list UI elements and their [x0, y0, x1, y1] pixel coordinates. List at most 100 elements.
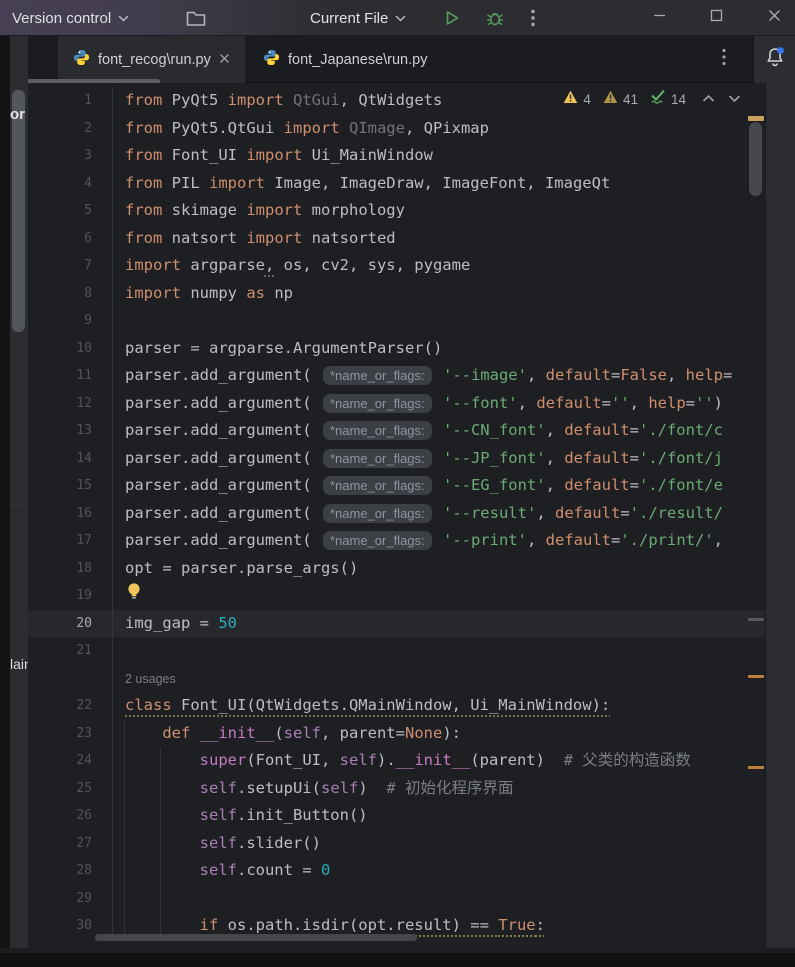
intention-bulb-icon[interactable]: [127, 582, 141, 610]
tab-options-button[interactable]: [709, 36, 739, 83]
code-text[interactable]: from PIL import Image, ImageDraw, ImageF…: [113, 170, 765, 198]
code-line: 15parser.add_argument( *name_or_flags: '…: [28, 472, 765, 500]
code-text[interactable]: import numpy as np: [113, 280, 765, 308]
code-text[interactable]: super(Font_UI, self).__init__(parent) # …: [113, 747, 765, 775]
line-number[interactable]: 17: [28, 527, 113, 555]
code-text[interactable]: 2 usages: [113, 665, 765, 693]
line-number[interactable]: 20: [28, 610, 113, 638]
code-text[interactable]: opt = parser.parse_args(): [113, 555, 765, 583]
line-number[interactable]: [28, 665, 113, 693]
stripe-mark-orange[interactable]: [748, 766, 764, 769]
code-line: 2from PyQt5.QtGui import QImage, QPixmap: [28, 115, 765, 143]
debug-button[interactable]: [485, 0, 505, 36]
line-number[interactable]: 11: [28, 362, 113, 390]
line-number[interactable]: 21: [28, 637, 113, 665]
usages-inlay-hint[interactable]: 2 usages: [125, 672, 176, 686]
code-text[interactable]: parser.add_argument( *name_or_flags: '--…: [113, 500, 765, 528]
code-area[interactable]: 1from PyQt5 import QtGui, QtWidgets2from…: [28, 87, 765, 940]
editor-scrollbar-thumb[interactable]: [749, 122, 762, 196]
line-number[interactable]: 9: [28, 307, 113, 335]
code-text[interactable]: self.init_Button(): [113, 802, 765, 830]
line-number[interactable]: 27: [28, 830, 113, 858]
line-number[interactable]: 13: [28, 417, 113, 445]
code-text[interactable]: from Font_UI import Ui_MainWindow: [113, 142, 765, 170]
line-number[interactable]: 28: [28, 857, 113, 885]
code-text[interactable]: img_gap = 50: [113, 610, 765, 638]
line-number[interactable]: 23: [28, 720, 113, 748]
code-text[interactable]: self.setupUi(self) # 初始化程序界面: [113, 775, 765, 803]
code-text[interactable]: import argparse, os, cv2, sys, pygame: [113, 252, 765, 280]
stripe-mark-caret[interactable]: [748, 618, 764, 621]
line-number[interactable]: 16: [28, 500, 113, 528]
version-control-menu[interactable]: Version control: [12, 0, 129, 36]
line-number[interactable]: 29: [28, 885, 113, 913]
code-text[interactable]: from PyQt5.QtGui import QImage, QPixmap: [113, 115, 765, 143]
line-number[interactable]: 2: [28, 115, 113, 143]
code-text[interactable]: parser.add_argument( *name_or_flags: '--…: [113, 472, 765, 500]
code-text[interactable]: class Font_UI(QtWidgets.QMainWindow, Ui_…: [113, 692, 765, 720]
prev-problem-button[interactable]: [702, 90, 715, 108]
line-number[interactable]: 1: [28, 87, 113, 115]
code-token: parser.add_argument(: [125, 531, 321, 549]
tab-close-icon[interactable]: [219, 52, 230, 68]
code-editor[interactable]: 1from PyQt5 import QtGui, QtWidgets2from…: [28, 83, 765, 948]
code-text[interactable]: parser.add_argument( *name_or_flags: '--…: [113, 445, 765, 473]
line-number[interactable]: 15: [28, 472, 113, 500]
code-text[interactable]: [113, 885, 765, 913]
code-text[interactable]: from skimage import morphology: [113, 197, 765, 225]
notifications-button[interactable]: [753, 36, 795, 83]
code-text[interactable]: parser.add_argument( *name_or_flags: '--…: [113, 417, 765, 445]
line-number[interactable]: 3: [28, 142, 113, 170]
line-number[interactable]: 18: [28, 555, 113, 583]
code-token: def: [162, 724, 199, 742]
line-number[interactable]: 6: [28, 225, 113, 253]
line-number[interactable]: 25: [28, 775, 113, 803]
project-folder-button[interactable]: [185, 0, 207, 36]
minimize-button[interactable]: [645, 0, 673, 36]
line-number[interactable]: 26: [28, 802, 113, 830]
code-token: import: [228, 91, 293, 109]
run-config-selector[interactable]: Current File: [310, 0, 406, 36]
code-text[interactable]: from natsort import natsorted: [113, 225, 765, 253]
line-number[interactable]: 24: [28, 747, 113, 775]
code-token: parser.add_argument(: [125, 394, 321, 412]
close-button[interactable]: [760, 0, 788, 36]
code-token: './font/j: [639, 449, 723, 467]
code-text[interactable]: parser.add_argument( *name_or_flags: '--…: [113, 527, 765, 555]
titlebar-more-button[interactable]: [531, 0, 535, 36]
next-problem-button[interactable]: [728, 90, 741, 108]
line-number[interactable]: 14: [28, 445, 113, 473]
code-text[interactable]: self.slider(): [113, 830, 765, 858]
line-number[interactable]: 10: [28, 335, 113, 363]
stripe-mark-orange[interactable]: [748, 675, 764, 678]
code-line: 5from skimage import morphology: [28, 197, 765, 225]
line-number[interactable]: 5: [28, 197, 113, 225]
code-text[interactable]: parser = argparse.ArgumentParser(): [113, 335, 765, 363]
inspections-widget[interactable]: 4 41 14: [563, 89, 741, 109]
code-token: default: [546, 366, 611, 384]
code-text[interactable]: parser.add_argument( *name_or_flags: '--…: [113, 362, 765, 390]
stripe-mark-warning[interactable]: [748, 116, 764, 121]
run-button[interactable]: [443, 0, 461, 36]
line-number[interactable]: 8: [28, 280, 113, 308]
code-text[interactable]: [113, 582, 765, 610]
panel-scrollbar-thumb[interactable]: [12, 90, 25, 332]
line-number[interactable]: 22: [28, 692, 113, 720]
tab-font-recog-run[interactable]: font_recog\run.py: [58, 36, 245, 83]
tab-font-japanese-run[interactable]: font_Japanese\run.py: [248, 36, 442, 83]
line-number[interactable]: 4: [28, 170, 113, 198]
code-text[interactable]: self.count = 0: [113, 857, 765, 885]
editor-hscrollbar-thumb[interactable]: [95, 934, 417, 941]
code-text[interactable]: def __init__(self, parent=None):: [113, 720, 765, 748]
code-text[interactable]: [113, 637, 765, 665]
code-text[interactable]: parser.add_argument( *name_or_flags: '--…: [113, 390, 765, 418]
code-text[interactable]: [113, 307, 765, 335]
line-number[interactable]: 12: [28, 390, 113, 418]
code-token: ,: [714, 531, 723, 549]
maximize-button[interactable]: [702, 0, 730, 36]
code-token: skimage: [172, 201, 247, 219]
line-number[interactable]: 7: [28, 252, 113, 280]
line-number[interactable]: 19: [28, 582, 113, 610]
ok-count: 14: [671, 92, 686, 107]
code-token: import: [246, 201, 311, 219]
